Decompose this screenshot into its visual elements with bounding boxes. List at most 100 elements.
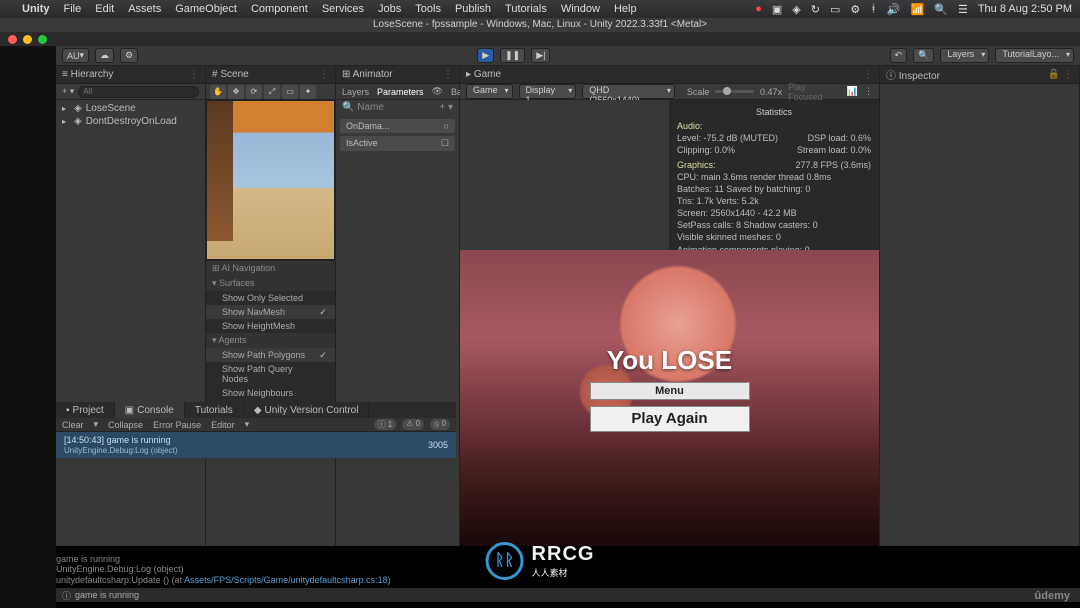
console-editor-button[interactable]: Editor <box>211 420 235 430</box>
console-collapse-button[interactable]: Collapse <box>108 420 143 430</box>
gizmos-dropdown-icon[interactable]: ⋮ <box>864 86 873 97</box>
game-view[interactable]: Statistics Audio: Level: -75.2 dB (MUTED… <box>460 100 879 546</box>
animator-tab[interactable]: ⊞ Animator <box>342 69 393 80</box>
overlay-item[interactable]: Show NavMesh✓ <box>206 305 335 319</box>
cloud-icon[interactable]: ☁ <box>95 48 114 63</box>
animator-param[interactable]: OnDama...○ <box>340 119 455 133</box>
tray-search-icon[interactable]: 🔍 <box>934 3 948 16</box>
tray-wifi-icon[interactable]: 📶 <box>911 3 925 16</box>
scale-slider[interactable] <box>715 90 754 93</box>
game-mode-dropdown[interactable]: Game <box>466 84 513 99</box>
info-icon: ⓘ <box>62 589 71 602</box>
stats-toggle-icon[interactable]: 📊 <box>847 86 858 97</box>
animator-layers-tab[interactable]: Layers <box>342 87 369 97</box>
info-count-badge[interactable]: ⓘ 1 <box>374 419 397 430</box>
hierarchy-tab[interactable]: ≡ Hierarchy <box>62 69 113 80</box>
layers-dropdown[interactable]: Layers <box>940 48 989 63</box>
display-dropdown[interactable]: Display 1 <box>519 84 577 99</box>
menu-file[interactable]: File <box>64 3 82 15</box>
scale-tool-icon[interactable]: ⤢ <box>264 85 280 99</box>
hierarchy-item[interactable]: ▸◈ DontDestroyOnLoad <box>56 115 205 128</box>
pause-button[interactable]: ❚❚ <box>500 48 525 63</box>
panel-menu-icon[interactable]: ⋮ <box>443 69 453 80</box>
project-tab[interactable]: ▪ Project <box>56 402 115 418</box>
transform-tool-icon[interactable]: ✦ <box>300 85 316 99</box>
tray-unity-icon[interactable]: ◈ <box>792 3 800 16</box>
tutorials-tab[interactable]: Tutorials <box>185 402 244 418</box>
overlay-group[interactable]: ▾ Surfaces <box>206 276 335 291</box>
menu-publish[interactable]: Publish <box>455 3 491 15</box>
layout-dropdown[interactable]: TutorialLayo... <box>995 48 1074 63</box>
rotate-tool-icon[interactable]: ⟳ <box>246 85 262 99</box>
tray-bluetooth-icon[interactable]: ᚼ <box>870 3 877 15</box>
play-button[interactable]: ▶ <box>477 48 494 63</box>
hierarchy-search-input[interactable] <box>78 86 199 98</box>
menu-edit[interactable]: Edit <box>95 3 114 15</box>
menubar-clock[interactable]: Thu 8 Aug 2:50 PM <box>978 3 1072 15</box>
menu-component[interactable]: Component <box>251 3 308 15</box>
overlay-item[interactable]: Show Path Query Nodes <box>206 362 335 386</box>
menu-button[interactable]: Menu <box>590 382 750 400</box>
play-focused-dropdown[interactable]: Play Focused <box>788 82 841 102</box>
tray-control-icon[interactable]: ☰ <box>958 3 968 16</box>
tray-sync-icon[interactable]: ↻ <box>811 3 820 16</box>
overlay-group[interactable]: ▾ Agents <box>206 333 335 348</box>
uvc-tab[interactable]: ◆ Unity Version Control <box>244 402 370 418</box>
panel-menu-icon[interactable]: ⋮ <box>319 69 329 80</box>
overlay-item[interactable]: Show HeightMesh <box>206 319 335 333</box>
menu-assets[interactable]: Assets <box>128 3 161 15</box>
animator-eye-icon[interactable]: 👁 <box>432 86 443 97</box>
menu-help[interactable]: Help <box>614 3 637 15</box>
overlay-item[interactable]: Show Path Polygons✓ <box>206 348 335 362</box>
menu-services[interactable]: Services <box>322 3 364 15</box>
minimize-window-icon[interactable] <box>23 35 32 44</box>
app-menu[interactable]: Unity <box>22 3 50 15</box>
status-bar: ⓘ game is running <box>56 588 1080 602</box>
hierarchy-item[interactable]: ▸◈ LoseScene <box>56 102 205 115</box>
close-window-icon[interactable] <box>8 35 17 44</box>
inspector-tab[interactable]: ⓘ Inspector <box>886 67 940 82</box>
console-log-entry[interactable]: [14:50:43] game is running UnityEngine.D… <box>56 432 456 458</box>
create-dropdown-icon[interactable]: + ▾ <box>62 86 74 97</box>
panel-menu-icon[interactable]: ⋮ <box>189 69 199 80</box>
tray-volume-icon[interactable]: 🔊 <box>887 3 901 16</box>
tray-record-icon[interactable]: ● <box>755 3 762 15</box>
source-link[interactable]: Assets/FPS/Scripts/Game/unitydefaultcsha… <box>184 575 388 585</box>
scene-tab[interactable]: # Scene <box>212 69 249 80</box>
add-parameter-icon[interactable]: + ▾ <box>439 102 453 113</box>
lock-icon[interactable]: 🔒 ⋮ <box>1048 69 1073 80</box>
error-count-badge[interactable]: ⦸ 0 <box>430 419 450 430</box>
menu-gameobject[interactable]: GameObject <box>175 3 237 15</box>
resolution-dropdown[interactable]: QHD (2560x1440) <box>582 84 675 99</box>
overlay-item[interactable]: Show Only Selected <box>206 291 335 305</box>
services-icon[interactable]: ⚙ <box>120 48 138 63</box>
bottom-tabs: ▪ Project ▣ Console Tutorials ◆ Unity Ve… <box>56 402 456 418</box>
play-again-button[interactable]: Play Again <box>590 406 750 432</box>
tray-settings-icon[interactable]: ⚙ <box>850 3 860 16</box>
console-errorpause-button[interactable]: Error Pause <box>153 420 201 430</box>
menu-tutorials[interactable]: Tutorials <box>505 3 547 15</box>
maximize-window-icon[interactable] <box>38 35 47 44</box>
statistics-overlay: Statistics Audio: Level: -75.2 dB (MUTED… <box>669 100 879 274</box>
move-tool-icon[interactable]: ✥ <box>228 85 244 99</box>
account-button[interactable]: AU ▾ <box>62 48 89 63</box>
overlay-item[interactable]: Show Neighbours <box>206 386 335 400</box>
tray-display-icon[interactable]: ▭ <box>830 3 840 16</box>
menu-jobs[interactable]: Jobs <box>378 3 401 15</box>
console-tab[interactable]: ▣ Console <box>115 402 185 418</box>
panel-menu-icon[interactable]: ⋮ <box>863 69 873 80</box>
tray-camera-icon[interactable]: ▣ <box>772 3 782 16</box>
menu-window[interactable]: Window <box>561 3 600 15</box>
hand-tool-icon[interactable]: ✋ <box>210 85 226 99</box>
scene-view[interactable] <box>206 100 335 260</box>
warn-count-badge[interactable]: ⚠ 0 <box>402 419 424 430</box>
rect-tool-icon[interactable]: ▭ <box>282 85 298 99</box>
search-icon[interactable]: 🔍 <box>913 48 934 63</box>
step-button[interactable]: ▶| <box>531 48 550 63</box>
animator-parameters-tab[interactable]: Parameters <box>377 87 424 97</box>
menu-tools[interactable]: Tools <box>415 3 441 15</box>
game-tab[interactable]: ▸ Game <box>466 69 501 80</box>
undo-history-icon[interactable]: ↶ <box>890 48 908 63</box>
console-clear-button[interactable]: Clear <box>62 420 84 430</box>
animator-param[interactable]: IsActive☐ <box>340 136 455 151</box>
